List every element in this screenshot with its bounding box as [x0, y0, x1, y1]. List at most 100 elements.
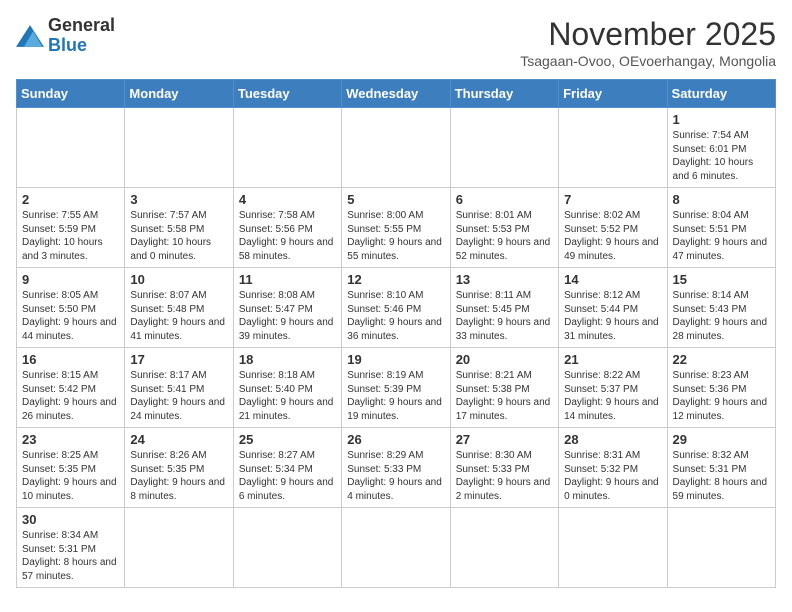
day-info: Sunrise: 8:15 AM Sunset: 5:42 PM Dayligh… — [22, 369, 119, 423]
calendar-cell: 5 Sunrise: 8:00 AM Sunset: 5:55 PM Daylig… — [342, 188, 450, 268]
weekday-header-tuesday: Tuesday — [233, 80, 341, 108]
calendar-week-row: 16 Sunrise: 8:15 AM Sunset: 5:42 PM Dayli… — [17, 348, 776, 428]
calendar-cell: 20 Sunrise: 8:21 AM Sunset: 5:38 PM Dayli… — [450, 348, 558, 428]
weekday-header-sunday: Sunday — [17, 80, 125, 108]
generalblue-logo-icon — [16, 25, 44, 47]
day-number: 12 — [347, 272, 444, 287]
calendar-cell — [125, 108, 233, 188]
day-info: Sunrise: 8:31 AM Sunset: 5:32 PM Dayligh… — [564, 449, 661, 503]
day-info: Sunrise: 8:21 AM Sunset: 5:38 PM Dayligh… — [456, 369, 553, 423]
calendar-cell: 26 Sunrise: 8:29 AM Sunset: 5:33 PM Dayli… — [342, 428, 450, 508]
calendar-cell: 2 Sunrise: 7:55 AM Sunset: 5:59 PM Daylig… — [17, 188, 125, 268]
calendar-cell — [450, 108, 558, 188]
page-header: General Blue November 2025 Tsagaan-Ovoo,… — [16, 16, 776, 69]
day-info: Sunrise: 8:29 AM Sunset: 5:33 PM Dayligh… — [347, 449, 444, 503]
day-info: Sunrise: 8:34 AM Sunset: 5:31 PM Dayligh… — [22, 529, 119, 583]
calendar-cell: 24 Sunrise: 8:26 AM Sunset: 5:35 PM Dayli… — [125, 428, 233, 508]
calendar-cell: 30 Sunrise: 8:34 AM Sunset: 5:31 PM Dayli… — [17, 508, 125, 588]
day-number: 9 — [22, 272, 119, 287]
day-number: 2 — [22, 192, 119, 207]
calendar-subtitle: Tsagaan-Ovoo, OEvoerhangay, Mongolia — [520, 53, 776, 69]
day-info: Sunrise: 8:26 AM Sunset: 5:35 PM Dayligh… — [130, 449, 227, 503]
day-info: Sunrise: 7:58 AM Sunset: 5:56 PM Dayligh… — [239, 209, 336, 263]
calendar-cell: 16 Sunrise: 8:15 AM Sunset: 5:42 PM Dayli… — [17, 348, 125, 428]
day-number: 13 — [456, 272, 553, 287]
calendar-title: November 2025 — [520, 16, 776, 53]
calendar-cell: 10 Sunrise: 8:07 AM Sunset: 5:48 PM Dayli… — [125, 268, 233, 348]
calendar-cell: 13Sunrise: 8:11 AM Sunset: 5:45 PM Dayli… — [450, 268, 558, 348]
calendar-cell — [342, 108, 450, 188]
day-info: Sunrise: 8:23 AM Sunset: 5:36 PM Dayligh… — [673, 369, 770, 423]
calendar-cell: 14Sunrise: 8:12 AM Sunset: 5:44 PM Dayli… — [559, 268, 667, 348]
day-number: 10 — [130, 272, 227, 287]
calendar-cell: 6 Sunrise: 8:01 AM Sunset: 5:53 PM Daylig… — [450, 188, 558, 268]
calendar-cell — [125, 508, 233, 588]
calendar-cell — [559, 108, 667, 188]
day-number: 19 — [347, 352, 444, 367]
day-number: 30 — [22, 512, 119, 527]
day-info: Sunrise: 7:55 AM Sunset: 5:59 PM Dayligh… — [22, 209, 119, 263]
day-number: 27 — [456, 432, 553, 447]
day-number: 21 — [564, 352, 661, 367]
day-number: 23 — [22, 432, 119, 447]
day-number: 25 — [239, 432, 336, 447]
weekday-header-wednesday: Wednesday — [342, 80, 450, 108]
calendar-cell — [233, 108, 341, 188]
calendar-cell: 25Sunrise: 8:27 AM Sunset: 5:34 PM Dayli… — [233, 428, 341, 508]
calendar-cell: 29 Sunrise: 8:32 AM Sunset: 5:31 PM Dayli… — [667, 428, 775, 508]
day-number: 29 — [673, 432, 770, 447]
day-number: 6 — [456, 192, 553, 207]
day-info: Sunrise: 8:04 AM Sunset: 5:51 PM Dayligh… — [673, 209, 770, 263]
title-section: November 2025 Tsagaan-Ovoo, OEvoerhangay… — [520, 16, 776, 69]
day-number: 24 — [130, 432, 227, 447]
calendar-cell — [342, 508, 450, 588]
day-info: Sunrise: 8:10 AM Sunset: 5:46 PM Dayligh… — [347, 289, 444, 343]
calendar-table: SundayMondayTuesdayWednesdayThursdayFrid… — [16, 79, 776, 588]
day-info: Sunrise: 7:54 AM Sunset: 6:01 PM Dayligh… — [673, 129, 770, 183]
day-info: Sunrise: 8:01 AM Sunset: 5:53 PM Dayligh… — [456, 209, 553, 263]
day-info: Sunrise: 8:14 AM Sunset: 5:43 PM Dayligh… — [673, 289, 770, 343]
weekday-header-monday: Monday — [125, 80, 233, 108]
day-number: 8 — [673, 192, 770, 207]
day-number: 26 — [347, 432, 444, 447]
calendar-cell: 23Sunrise: 8:25 AM Sunset: 5:35 PM Dayli… — [17, 428, 125, 508]
day-info: Sunrise: 8:08 AM Sunset: 5:47 PM Dayligh… — [239, 289, 336, 343]
weekday-header-thursday: Thursday — [450, 80, 558, 108]
calendar-cell: 7Sunrise: 8:02 AM Sunset: 5:52 PM Daylig… — [559, 188, 667, 268]
calendar-week-row: 1 Sunrise: 7:54 AM Sunset: 6:01 PM Daylig… — [17, 108, 776, 188]
weekday-header-row: SundayMondayTuesdayWednesdayThursdayFrid… — [17, 80, 776, 108]
day-number: 5 — [347, 192, 444, 207]
day-number: 28 — [564, 432, 661, 447]
day-number: 20 — [456, 352, 553, 367]
day-info: Sunrise: 8:07 AM Sunset: 5:48 PM Dayligh… — [130, 289, 227, 343]
day-info: Sunrise: 8:22 AM Sunset: 5:37 PM Dayligh… — [564, 369, 661, 423]
calendar-cell — [233, 508, 341, 588]
calendar-cell: 27Sunrise: 8:30 AM Sunset: 5:33 PM Dayli… — [450, 428, 558, 508]
day-number: 16 — [22, 352, 119, 367]
day-number: 18 — [239, 352, 336, 367]
logo-text: General Blue — [48, 16, 115, 56]
calendar-cell: 18Sunrise: 8:18 AM Sunset: 5:40 PM Dayli… — [233, 348, 341, 428]
day-number: 14 — [564, 272, 661, 287]
calendar-week-row: 30 Sunrise: 8:34 AM Sunset: 5:31 PM Dayli… — [17, 508, 776, 588]
calendar-week-row: 2 Sunrise: 7:55 AM Sunset: 5:59 PM Daylig… — [17, 188, 776, 268]
day-info: Sunrise: 8:00 AM Sunset: 5:55 PM Dayligh… — [347, 209, 444, 263]
day-info: Sunrise: 8:32 AM Sunset: 5:31 PM Dayligh… — [673, 449, 770, 503]
calendar-cell: 21 Sunrise: 8:22 AM Sunset: 5:37 PM Dayli… — [559, 348, 667, 428]
calendar-cell — [667, 508, 775, 588]
calendar-header: SundayMondayTuesdayWednesdayThursdayFrid… — [17, 80, 776, 108]
calendar-body: 1 Sunrise: 7:54 AM Sunset: 6:01 PM Daylig… — [17, 108, 776, 588]
day-number: 4 — [239, 192, 336, 207]
calendar-cell: 4 Sunrise: 7:58 AM Sunset: 5:56 PM Daylig… — [233, 188, 341, 268]
day-number: 1 — [673, 112, 770, 127]
day-info: Sunrise: 8:05 AM Sunset: 5:50 PM Dayligh… — [22, 289, 119, 343]
calendar-cell: 8 Sunrise: 8:04 AM Sunset: 5:51 PM Daylig… — [667, 188, 775, 268]
day-number: 22 — [673, 352, 770, 367]
weekday-header-saturday: Saturday — [667, 80, 775, 108]
calendar-cell: 1 Sunrise: 7:54 AM Sunset: 6:01 PM Daylig… — [667, 108, 775, 188]
calendar-cell: 11Sunrise: 8:08 AM Sunset: 5:47 PM Dayli… — [233, 268, 341, 348]
calendar-cell: 22 Sunrise: 8:23 AM Sunset: 5:36 PM Dayli… — [667, 348, 775, 428]
calendar-cell — [559, 508, 667, 588]
day-number: 7 — [564, 192, 661, 207]
logo: General Blue — [16, 16, 115, 56]
